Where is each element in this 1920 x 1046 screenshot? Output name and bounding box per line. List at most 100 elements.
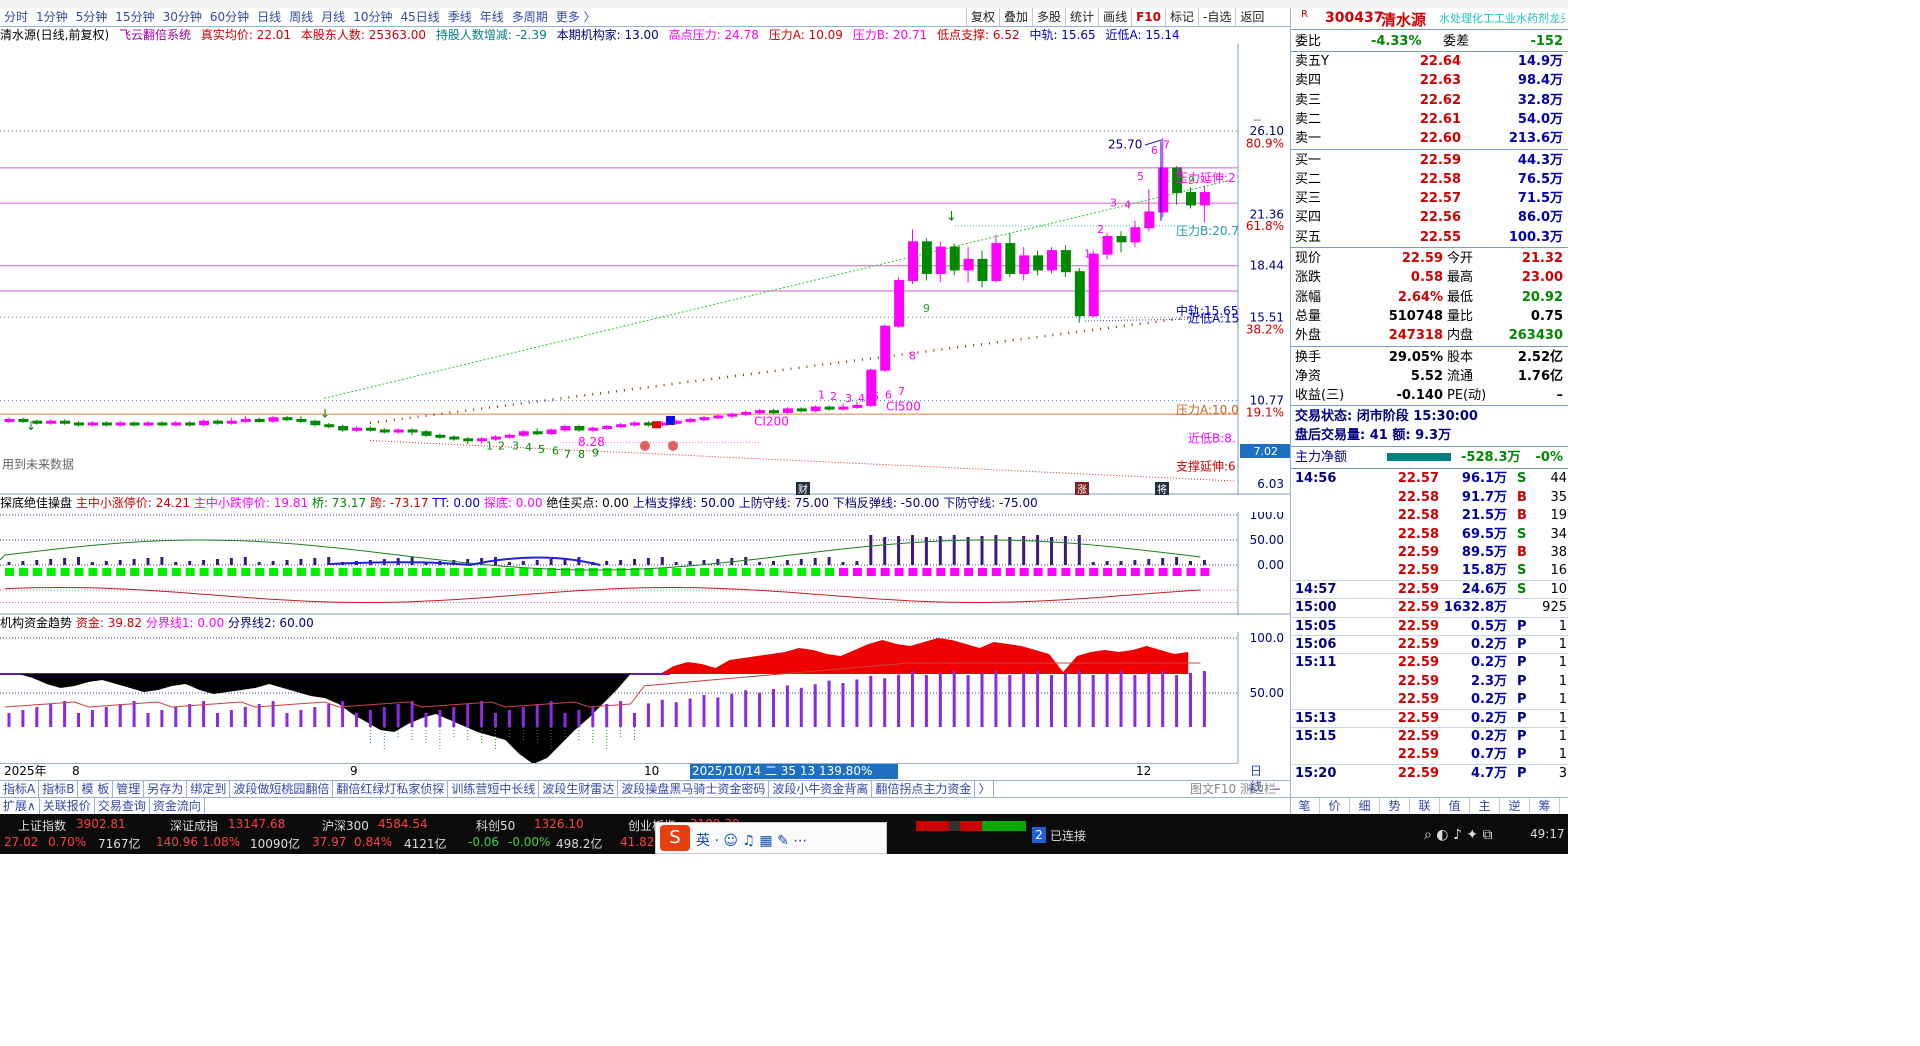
side-tab-1[interactable]: 价 [1320, 798, 1350, 814]
candle-body[interactable] [699, 417, 710, 421]
candle-body[interactable] [254, 418, 265, 422]
tool-1[interactable]: 叠加 [999, 8, 1032, 26]
ext-tab-1[interactable]: 关联报价 [40, 798, 95, 814]
candle-body[interactable] [616, 424, 627, 428]
ask-row[interactable]: 卖二 22.61 54.0万 [1291, 110, 1568, 129]
candle-body[interactable] [324, 424, 335, 428]
system-name[interactable]: 飞云翻倍系统 [119, 28, 191, 42]
side-tab-3[interactable]: 势 [1380, 798, 1410, 814]
candle-body[interactable] [741, 411, 752, 415]
side-top-0[interactable]: 图文F10 [1190, 781, 1236, 797]
candle-body[interactable] [588, 427, 599, 431]
candle-body[interactable] [226, 420, 237, 424]
candle-body[interactable] [908, 241, 918, 282]
menu-10[interactable]: 45日线 [396, 8, 443, 26]
tool-6[interactable]: 标记 [1164, 8, 1198, 26]
candle-body[interactable] [268, 417, 279, 422]
candle-body[interactable] [949, 246, 960, 271]
candle-body[interactable] [894, 280, 905, 327]
candle-body[interactable] [991, 243, 1002, 282]
candle-body[interactable] [365, 427, 376, 431]
candle-body[interactable] [296, 418, 307, 422]
stock-code[interactable]: 300437 [1325, 10, 1383, 26]
ind-tab-10[interactable]: 波段操盘黑马骑士资金密码 [618, 781, 770, 797]
tool-5[interactable]: F10 [1131, 8, 1165, 26]
ext-tab-2[interactable]: 交易查询 [95, 798, 150, 814]
indicator1-name[interactable]: 探底绝佳操盘 [0, 496, 72, 510]
candle-body[interactable] [713, 415, 724, 419]
bid-row[interactable]: 买三 22.57 71.5万 [1291, 189, 1568, 208]
ext-tab-3[interactable]: 资金流向 [150, 798, 205, 814]
menu-0[interactable]: 分时 [0, 8, 32, 26]
candle-body[interactable] [74, 422, 84, 426]
candle-body[interactable] [185, 422, 196, 426]
candle-body[interactable] [310, 420, 321, 426]
candle-body[interactable] [1186, 192, 1196, 206]
candle-body[interactable] [852, 404, 863, 408]
tool-7[interactable]: -自选 [1198, 8, 1235, 26]
side-tab-7[interactable]: 逆 [1500, 798, 1530, 814]
candle-body[interactable] [1199, 192, 1210, 206]
candle-body[interactable] [101, 422, 112, 426]
ask-row[interactable]: 卖四 22.63 98.4万 [1291, 71, 1568, 90]
candle-body[interactable] [115, 422, 126, 426]
candle-body[interactable] [935, 246, 946, 274]
candle-body[interactable] [157, 422, 168, 426]
tool-3[interactable]: 统计 [1065, 8, 1098, 26]
candle-body[interactable] [977, 258, 988, 282]
stock-name[interactable]: 清水源 [1381, 9, 1426, 30]
menu-7[interactable]: 周线 [285, 8, 317, 26]
indicator1-chart[interactable]: 100.0 50.00 0.00 [0, 512, 1290, 615]
side-tab-2[interactable]: 细 [1350, 798, 1380, 814]
side-tab-6[interactable]: 主 [1470, 798, 1500, 814]
candle-body[interactable] [1116, 236, 1127, 243]
menu-8[interactable]: 月线 [317, 8, 349, 26]
candle-body[interactable] [921, 241, 932, 274]
candle-body[interactable] [379, 429, 390, 433]
candle-body[interactable] [880, 325, 891, 371]
tool-2[interactable]: 多股 [1032, 8, 1065, 26]
indicator2-chart[interactable]: 100.0 50.00 [0, 632, 1290, 763]
candle-body[interactable] [532, 431, 543, 435]
candle-body[interactable] [574, 425, 585, 431]
candle-body[interactable] [1144, 211, 1155, 229]
menu-6[interactable]: 日线 [253, 8, 285, 26]
candle-body[interactable] [769, 410, 779, 414]
bid-row[interactable]: 买二 22.58 76.5万 [1291, 170, 1568, 189]
ime-toolbar[interactable]: S 英 · ☺ ♫ ▦ ✎ ⋯ [655, 822, 887, 854]
bid-row[interactable]: 买四 22.56 86.0万 [1291, 208, 1568, 227]
indicator2-name[interactable]: 机构资金趋势 [0, 616, 72, 630]
candle-body[interactable] [393, 429, 404, 433]
candle-body[interactable] [602, 425, 613, 429]
menu-9[interactable]: 10分钟 [349, 8, 396, 26]
side-tab-0[interactable]: 笔 [1290, 798, 1320, 814]
candle-body[interactable] [143, 422, 154, 426]
ind-tab-5[interactable]: 绑定到 [187, 781, 231, 797]
candle-body[interactable] [87, 422, 98, 426]
ask-row[interactable]: 卖三 22.62 32.8万 [1291, 91, 1568, 110]
ind-tab-12[interactable]: 翻倍拐点主力资金 [872, 781, 976, 797]
side-top-1[interactable]: 测边栏 [1240, 781, 1276, 797]
menu-3[interactable]: 15分钟 [111, 8, 158, 26]
candle-body[interactable] [1005, 243, 1016, 274]
ind-tab-3[interactable]: 管理 [113, 781, 145, 797]
candle-body[interactable] [449, 436, 460, 440]
candle-body[interactable] [213, 420, 223, 424]
bid-row[interactable]: 买一 22.59 44.3万 [1291, 151, 1568, 170]
candle-body[interactable] [463, 438, 474, 442]
ind-tab-8[interactable]: 训练营短中长线 [448, 781, 540, 797]
ask-row[interactable]: 卖一 22.60 213.6万 [1291, 129, 1568, 148]
side-tab-4[interactable]: 联 [1410, 798, 1440, 814]
menu-1[interactable]: 1分钟 [32, 8, 72, 26]
candle-body[interactable] [407, 429, 418, 433]
side-tab-5[interactable]: 值 [1440, 798, 1470, 814]
candle-body[interactable] [810, 406, 821, 412]
candle-body[interactable] [240, 418, 251, 422]
candle-body[interactable] [1130, 227, 1141, 243]
candle-body[interactable] [1074, 271, 1085, 317]
candle-body[interactable] [504, 434, 515, 438]
tool-8[interactable]: 返回 [1235, 8, 1268, 26]
candle-body[interactable] [630, 422, 640, 426]
candle-body[interactable] [796, 408, 807, 412]
candle-body[interactable] [4, 418, 15, 422]
